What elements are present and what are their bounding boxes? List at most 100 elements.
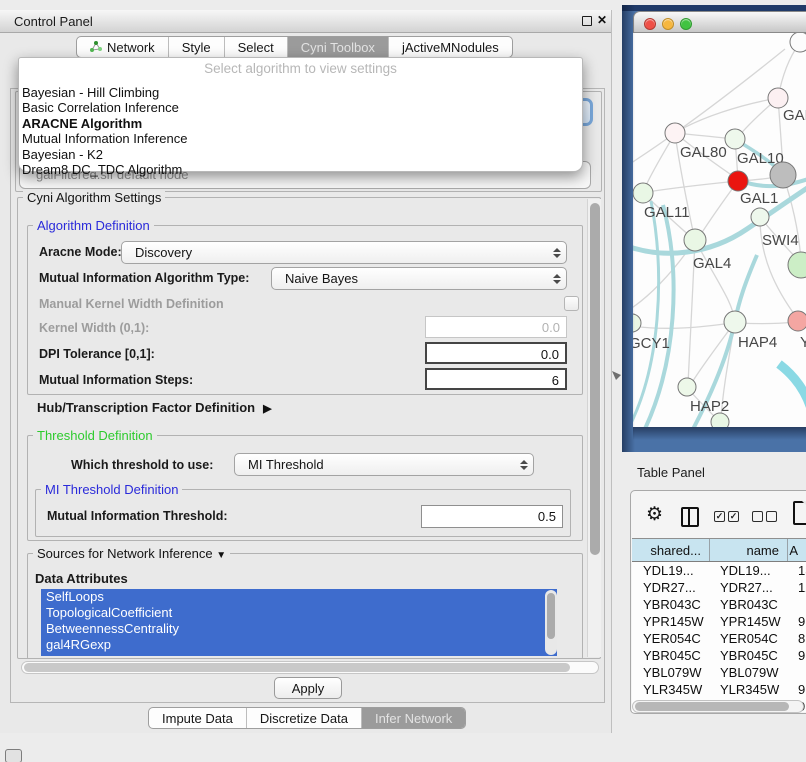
kernel-width-label: Kernel Width (0,1): — [39, 321, 149, 335]
table-cell: YBR043C — [632, 596, 710, 613]
tab-infer-network[interactable]: Infer Network — [362, 708, 465, 728]
table-settings-gear-icon[interactable]: ⚙ — [646, 503, 663, 526]
attribute-item[interactable]: gal4RGexp — [41, 637, 557, 653]
network-node-label: GAL1 — [740, 190, 778, 207]
settings-horizontal-scrollbar[interactable] — [21, 661, 599, 674]
mi-steps-value: 6 — [552, 373, 559, 388]
tab-select[interactable]: Select — [225, 37, 288, 57]
tab-jactivemnodules[interactable]: jActiveMNodules — [389, 37, 512, 57]
table-horizontal-scrollbar-thumb[interactable] — [635, 702, 789, 711]
checked-checkbox-icon[interactable]: ✓ — [714, 511, 725, 522]
algorithm-option[interactable]: Mutual Information Inference — [22, 131, 579, 146]
aracne-mode-value: Discovery — [122, 245, 548, 260]
network-node[interactable] — [678, 378, 696, 396]
combo-arrows-icon — [548, 274, 566, 284]
tab-impute-data[interactable]: Impute Data — [149, 708, 247, 728]
unchecked-checkbox-icon[interactable] — [752, 511, 763, 522]
network-window-titlebar[interactable] — [633, 11, 806, 33]
settings-vertical-scrollbar[interactable] — [587, 199, 601, 657]
settings-horizontal-scrollbar-thumb[interactable] — [24, 663, 570, 672]
network-node[interactable] — [725, 129, 745, 149]
tab-label: Select — [238, 40, 274, 55]
attribute-item[interactable]: SelfLoops — [41, 589, 557, 605]
data-attributes-list[interactable]: SelfLoopsTopologicalCoefficientBetweenne… — [41, 589, 557, 656]
tab-label: Cyni Toolbox — [301, 40, 375, 55]
algorithm-option[interactable]: Bayesian - K2 — [22, 147, 579, 162]
network-node-label: HAP2 — [690, 398, 729, 415]
network-canvas[interactable]: GALGAL80GAL10GAL1GAL11SWI4GAL4GCY1HAP4YH… — [633, 33, 806, 427]
network-node[interactable] — [684, 229, 706, 251]
table-cell: YLR345W — [710, 681, 788, 698]
network-node[interactable] — [790, 33, 806, 52]
mi-type-combo[interactable]: Naive Bayes — [271, 267, 567, 290]
which-threshold-combo[interactable]: MI Threshold — [234, 453, 534, 476]
network-node[interactable] — [788, 252, 806, 278]
sources-legend[interactable]: Sources for Network Inference ▼ — [33, 546, 230, 561]
network-desktop: GALGAL80GAL10GAL1GAL11SWI4GAL4GCY1HAP4YH… — [622, 5, 806, 452]
network-node[interactable] — [728, 171, 748, 191]
unchecked-checkbox-icon[interactable] — [766, 511, 777, 522]
dpi-tolerance-field[interactable]: 0.0 — [425, 342, 567, 364]
network-node[interactable] — [768, 88, 788, 108]
mi-threshold-field[interactable]: 0.5 — [421, 505, 563, 528]
close-traffic-light-icon[interactable] — [644, 18, 656, 30]
split-columns-icon[interactable] — [681, 507, 699, 527]
table-row[interactable]: YBL079WYBL079W — [632, 664, 806, 681]
column-header[interactable]: A — [788, 539, 806, 561]
column-header[interactable]: name — [710, 539, 788, 561]
algorithm-option[interactable]: Basic Correlation Inference — [22, 100, 579, 115]
settings-vertical-scrollbar-thumb[interactable] — [590, 203, 600, 555]
table-row[interactable]: YBR045CYBR045C9. — [632, 647, 806, 664]
attributes-scrollbar-thumb[interactable] — [547, 593, 555, 639]
table-cell: YER054C — [710, 630, 788, 647]
panel-title: Control Panel — [14, 14, 93, 29]
panel-toggle-icon[interactable] — [5, 749, 22, 762]
algorithm-option[interactable]: Bayesian - Hill Climbing — [22, 85, 579, 100]
close-icon[interactable]: ✕ — [597, 13, 607, 27]
screen: Control Panel ✕ NetworkStyle Select Cyni T… — [0, 0, 806, 762]
table-row[interactable]: YDL19...YDL19...13 — [632, 562, 806, 579]
table-cell: YBR045C — [632, 647, 710, 664]
kernel-width-field[interactable]: 0.0 — [425, 316, 567, 338]
hub-definition-toggle[interactable]: Hub/Transcription Factor Definition▶ — [37, 400, 272, 415]
export-file-icon[interactable] — [793, 501, 806, 525]
network-node-label: GAL — [783, 107, 806, 124]
table-cell: YDL19... — [710, 562, 788, 579]
tab-label: Infer Network — [375, 711, 452, 726]
manual-kernel-checkbox[interactable] — [564, 296, 579, 311]
table-row[interactable]: YDR27...YDR27...12 — [632, 579, 806, 596]
network-node[interactable] — [788, 311, 806, 331]
table-row[interactable]: YLR345WYLR345W9. — [632, 681, 806, 698]
attribute-item[interactable]: BetweennessCentrality — [41, 621, 557, 637]
network-node[interactable] — [751, 208, 769, 226]
checked-checkbox-icon[interactable]: ✓ — [728, 511, 739, 522]
attribute-item[interactable]: TopologicalCoefficient — [41, 605, 557, 621]
network-node[interactable] — [711, 413, 729, 427]
expand-arrow-icon: ▶ — [263, 403, 271, 415]
zoom-traffic-light-icon[interactable] — [680, 18, 692, 30]
tab-cyni-toolbox[interactable]: Cyni Toolbox — [288, 37, 389, 57]
tab-discretize-data[interactable]: Discretize Data — [247, 708, 362, 728]
network-node[interactable] — [724, 311, 746, 333]
column-header[interactable]: shared... — [632, 539, 710, 561]
table-row[interactable]: YER054CYER054C8. — [632, 630, 806, 647]
tab-network[interactable]: Network — [77, 37, 169, 57]
algorithm-option[interactable]: ARACNE Algorithm — [22, 116, 579, 131]
table-cell: YDL19... — [632, 562, 710, 579]
control-panel: Control Panel ✕ NetworkStyle Select Cyni T… — [0, 10, 612, 733]
attributes-scrollbar[interactable] — [545, 590, 557, 655]
network-node[interactable] — [770, 162, 796, 188]
table-row[interactable]: YBR043CYBR043C — [632, 596, 806, 613]
aracne-mode-combo[interactable]: Discovery — [121, 241, 567, 264]
which-threshold-label: Which threshold to use: — [71, 458, 213, 472]
mi-steps-field[interactable]: 6 — [425, 368, 567, 390]
splitter-arrow-icon[interactable] — [612, 368, 622, 386]
algorithm-option[interactable]: Dream8 DC_TDC Algorithm — [22, 162, 579, 177]
network-node[interactable] — [633, 183, 653, 203]
apply-button[interactable]: Apply — [274, 677, 342, 699]
tab-style[interactable]: Style — [169, 37, 225, 57]
minimize-traffic-light-icon[interactable] — [662, 18, 674, 30]
table-row[interactable]: YPR145WYPR145W9. — [632, 613, 806, 630]
network-node[interactable] — [665, 123, 685, 143]
float-window-icon[interactable] — [582, 16, 592, 26]
